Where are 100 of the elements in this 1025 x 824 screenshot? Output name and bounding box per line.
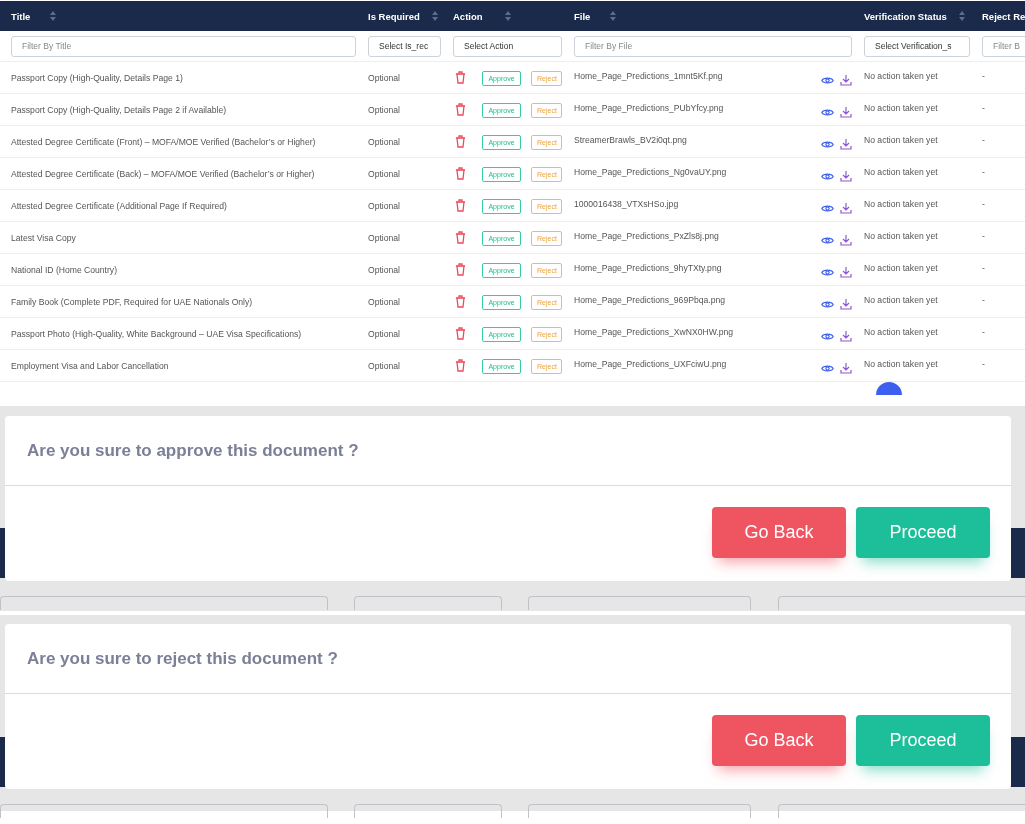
download-icon[interactable] <box>840 298 852 310</box>
file-name[interactable]: Home_Page_Predictions_PUbYfcy.png <box>574 103 724 113</box>
status-cell: No action taken yet <box>864 135 938 145</box>
go-back-button[interactable]: Go Back <box>712 507 846 558</box>
column-header[interactable]: Action <box>453 10 483 22</box>
status-cell: No action taken yet <box>864 103 938 113</box>
download-icon[interactable] <box>840 234 852 246</box>
title-cell: Attested Degree Certificate (Back) – MOFA/MOE Verified (Bachelor’s or Higher) <box>11 168 315 179</box>
required-cell: Optional <box>368 136 400 147</box>
download-icon[interactable] <box>840 138 852 150</box>
trash-icon[interactable] <box>455 135 466 148</box>
title-cell: Passport Copy (High-Quality, Details Page 1) <box>11 72 183 83</box>
trash-icon[interactable] <box>455 231 466 244</box>
file-name[interactable]: Home_Page_Predictions_PxZls8j.png <box>574 231 719 241</box>
required-cell: Optional <box>368 360 400 371</box>
download-icon[interactable] <box>840 202 852 214</box>
reject-reason-cell: - <box>982 327 985 337</box>
go-back-button[interactable]: Go Back <box>712 715 846 766</box>
status-cell: No action taken yet <box>864 327 938 337</box>
eye-icon[interactable] <box>821 107 834 117</box>
title-cell: Employment Visa and Labor Cancellation <box>11 360 169 371</box>
status-cell: No action taken yet <box>864 231 938 241</box>
sort-icon[interactable] <box>504 11 511 21</box>
trash-icon[interactable] <box>455 199 466 212</box>
status-cell: No action taken yet <box>864 199 938 209</box>
column-header[interactable]: Is Required <box>368 10 420 22</box>
column-header[interactable]: File <box>574 10 591 22</box>
proceed-button[interactable]: Proceed <box>856 715 990 766</box>
file-name[interactable]: Home_Page_Predictions_XwNX0HW.png <box>574 327 734 337</box>
dialog-message: Are you sure to approve this document ? <box>27 440 359 461</box>
status-cell: No action taken yet <box>864 167 938 177</box>
column-header[interactable]: Verification Status <box>864 10 947 22</box>
required-cell: Optional <box>368 328 400 339</box>
required-cell: Optional <box>368 72 400 83</box>
eye-icon[interactable] <box>821 171 834 181</box>
reject-reason-cell: - <box>982 231 985 241</box>
filter-select[interactable]: Select Action <box>453 35 562 57</box>
title-cell: National ID (Home Country) <box>11 264 118 275</box>
file-name[interactable]: StreamerBrawls_BV2i0qt.png <box>574 135 687 145</box>
filter-field[interactable]: Filter By File <box>574 35 852 57</box>
trash-icon[interactable] <box>455 71 466 84</box>
sort-icon[interactable] <box>50 11 57 21</box>
eye-icon[interactable] <box>821 75 834 85</box>
filter-field[interactable]: Filter B <box>982 35 1025 57</box>
file-name[interactable]: Home_Page_Predictions_9hyTXty.png <box>574 263 722 273</box>
proceed-button[interactable]: Proceed <box>856 507 990 558</box>
required-cell: Optional <box>368 232 400 243</box>
eye-icon[interactable] <box>821 267 834 277</box>
page-badge[interactable] <box>876 382 902 395</box>
status-cell: No action taken yet <box>864 295 938 305</box>
sort-icon[interactable] <box>431 11 438 21</box>
download-icon[interactable] <box>840 266 852 278</box>
filter-select[interactable]: Select Is_rec <box>368 35 441 57</box>
dialog-message: Are you sure to reject this document ? <box>27 648 338 669</box>
eye-icon[interactable] <box>821 139 834 149</box>
column-header[interactable]: Reject Re <box>982 10 1025 22</box>
trash-icon[interactable] <box>455 359 466 372</box>
eye-icon[interactable] <box>821 203 834 213</box>
trash-icon[interactable] <box>455 263 466 276</box>
title-cell: Passport Copy (High-Quality, Details Page 2 if Available) <box>11 104 227 115</box>
eye-icon[interactable] <box>821 331 834 341</box>
required-cell: Optional <box>368 296 400 307</box>
eye-icon[interactable] <box>821 363 834 373</box>
download-icon[interactable] <box>840 330 852 342</box>
download-icon[interactable] <box>840 362 852 374</box>
required-cell: Optional <box>368 200 400 211</box>
download-icon[interactable] <box>840 106 852 118</box>
reject-reason-cell: - <box>982 359 985 369</box>
trash-icon[interactable] <box>455 295 466 308</box>
reject-reason-cell: - <box>982 71 985 81</box>
eye-icon[interactable] <box>821 299 834 309</box>
reject-reason-cell: - <box>982 103 985 113</box>
required-cell: Optional <box>368 168 400 179</box>
file-name[interactable]: Home_Page_Predictions_UXFciwU.png <box>574 359 727 369</box>
file-name[interactable]: Home_Page_Predictions_Ng0vaUY.png <box>574 167 727 177</box>
reject-reason-cell: - <box>982 167 985 177</box>
filter-select[interactable]: Select Verification_s <box>864 35 970 57</box>
title-cell: Attested Degree Certificate (Front) – MOFA/MOE Verified (Bachelor’s or Higher) <box>11 136 316 147</box>
eye-icon[interactable] <box>821 235 834 245</box>
trash-icon[interactable] <box>455 327 466 340</box>
title-cell: Family Book (Complete PDF, Required for UAE Nationals Only) <box>11 296 253 307</box>
file-name[interactable]: Home_Page_Predictions_1mnt5Kf.png <box>574 71 723 81</box>
filter-field[interactable]: Filter By Title <box>11 35 356 57</box>
file-name[interactable]: 1000016438_VTXsHSo.jpg <box>574 199 679 209</box>
sort-icon[interactable] <box>958 11 965 21</box>
trash-icon[interactable] <box>455 167 466 180</box>
reject-reason-cell: - <box>982 295 985 305</box>
status-cell: No action taken yet <box>864 359 938 369</box>
title-cell: Latest Visa Copy <box>11 232 76 243</box>
download-icon[interactable] <box>840 170 852 182</box>
download-icon[interactable] <box>840 74 852 86</box>
reject-reason-cell: - <box>982 263 985 273</box>
file-name[interactable]: Home_Page_Predictions_969Pbqa.png <box>574 295 725 305</box>
reject-reason-cell: - <box>982 135 985 145</box>
sort-icon[interactable] <box>610 11 617 21</box>
trash-icon[interactable] <box>455 103 466 116</box>
status-cell: No action taken yet <box>864 71 938 81</box>
status-cell: No action taken yet <box>864 263 938 273</box>
title-cell: Passport Photo (High-Quality, White Background – UAE Visa Specifications) <box>11 328 302 339</box>
column-header[interactable]: Title <box>11 10 31 22</box>
